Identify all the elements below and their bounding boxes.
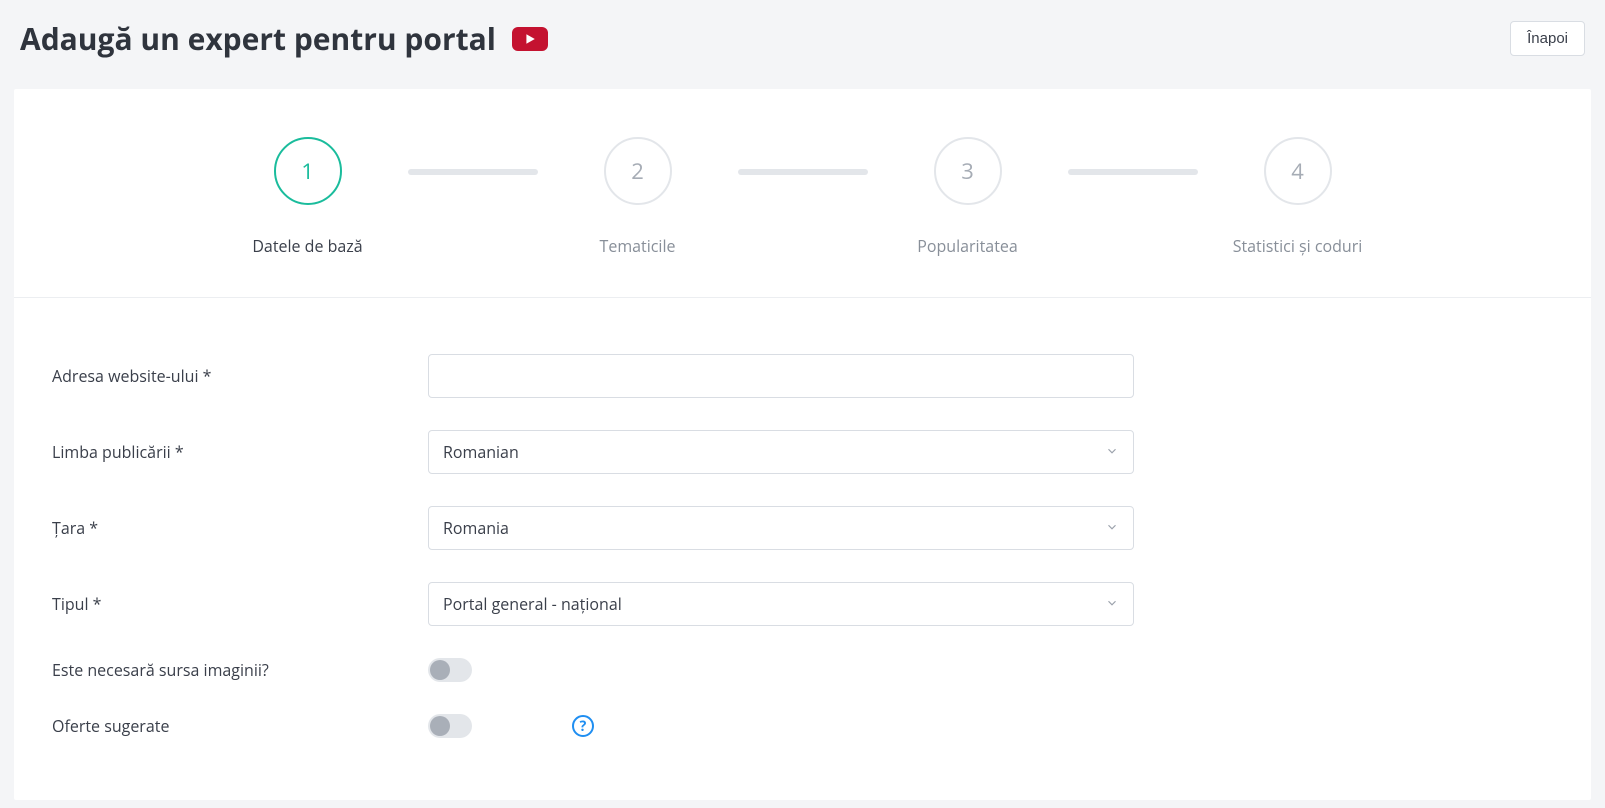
language-value: Romanian — [443, 441, 519, 463]
step-label: Statistici și coduri — [1233, 235, 1363, 257]
chevron-down-icon — [1105, 593, 1119, 615]
step-circle: 2 — [604, 137, 672, 205]
row-country: Țara * Romania — [52, 506, 1553, 550]
website-input[interactable] — [428, 354, 1134, 398]
type-value: Portal general - național — [443, 593, 622, 615]
step-label: Datele de bază — [252, 235, 362, 257]
row-image-source: Este necesară sursa imaginii? — [52, 658, 1553, 682]
row-type: Tipul * Portal general - național — [52, 582, 1553, 626]
row-website: Adresa website-ului * — [52, 354, 1553, 398]
label-suggested-offers: Oferte sugerate — [52, 715, 428, 737]
label-type: Tipul * — [52, 593, 428, 615]
toggle-knob — [430, 716, 450, 736]
label-country: Țara * — [52, 517, 428, 539]
chevron-down-icon — [1105, 517, 1119, 539]
label-language: Limba publicării * — [52, 441, 428, 463]
help-icon[interactable]: ? — [572, 715, 594, 737]
page-header: Adaugă un expert pentru portal Înapoi — [0, 0, 1605, 89]
step-4[interactable]: 4 Statistici și coduri — [1198, 137, 1398, 257]
stepper: 1 Datele de bază 2 Tematicile 3 Populari… — [14, 137, 1591, 298]
toggle-knob — [430, 660, 450, 680]
header-left: Adaugă un expert pentru portal — [20, 18, 548, 59]
suggested-offers-toggle[interactable] — [428, 714, 472, 738]
step-circle: 1 — [274, 137, 342, 205]
language-select[interactable]: Romanian — [428, 430, 1134, 474]
page-title: Adaugă un expert pentru portal — [20, 18, 496, 59]
step-connector — [1068, 169, 1198, 175]
chevron-down-icon — [1105, 441, 1119, 463]
image-source-toggle[interactable] — [428, 658, 472, 682]
form-body: Adresa website-ului * Limba publicării *… — [14, 298, 1591, 800]
label-image-source: Este necesară sursa imaginii? — [52, 659, 428, 681]
type-select[interactable]: Portal general - național — [428, 582, 1134, 626]
country-select[interactable]: Romania — [428, 506, 1134, 550]
country-value: Romania — [443, 517, 509, 539]
step-3[interactable]: 3 Popularitatea — [868, 137, 1068, 257]
step-1[interactable]: 1 Datele de bază — [208, 137, 408, 257]
youtube-icon[interactable] — [512, 27, 548, 51]
step-label: Tematicile — [600, 235, 676, 257]
step-label: Popularitatea — [917, 235, 1018, 257]
row-suggested-offers: Oferte sugerate ? — [52, 714, 1553, 738]
step-connector — [738, 169, 868, 175]
step-2[interactable]: 2 Tematicile — [538, 137, 738, 257]
back-button[interactable]: Înapoi — [1510, 21, 1585, 56]
form-card: 1 Datele de bază 2 Tematicile 3 Populari… — [14, 89, 1591, 800]
row-language: Limba publicării * Romanian — [52, 430, 1553, 474]
step-circle: 3 — [934, 137, 1002, 205]
step-connector — [408, 169, 538, 175]
step-circle: 4 — [1264, 137, 1332, 205]
label-website: Adresa website-ului * — [52, 365, 428, 387]
